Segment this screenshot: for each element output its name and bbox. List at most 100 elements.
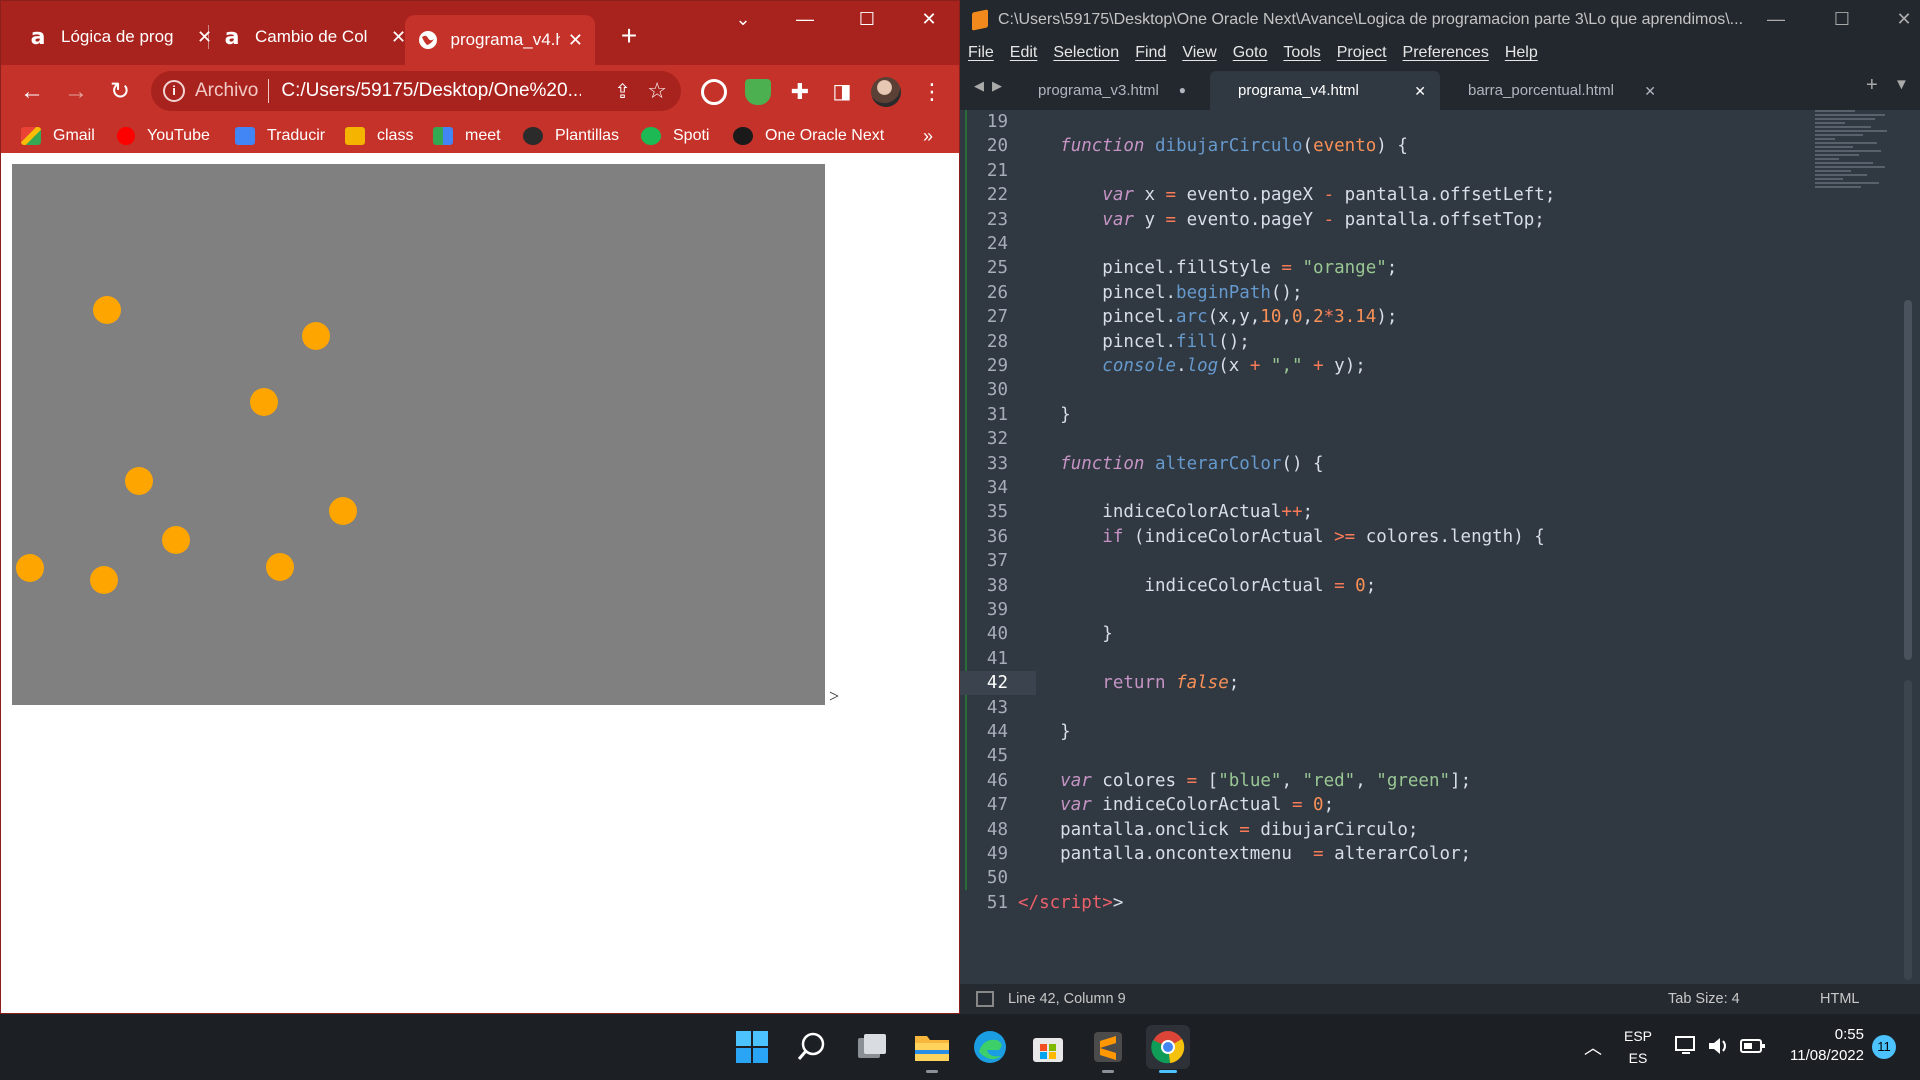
- code-line[interactable]: 46 var colores = ["blue", "red", "green"…: [960, 769, 1900, 793]
- drawing-canvas[interactable]: [12, 164, 825, 705]
- edge-icon[interactable]: [968, 1025, 1012, 1069]
- side-panel-icon[interactable]: ◨: [827, 77, 857, 107]
- volume-icon[interactable]: [1706, 1034, 1732, 1062]
- share-icon[interactable]: ⇪: [614, 79, 631, 104]
- tab-scroll-right-icon[interactable]: ▶: [992, 78, 1002, 94]
- panel-toggle-icon[interactable]: [976, 991, 994, 1007]
- close-window-button[interactable]: ✕: [1884, 9, 1920, 30]
- tab-list-dropdown-icon[interactable]: ▼: [1894, 76, 1909, 93]
- menu-file[interactable]: File: [968, 44, 994, 62]
- editor-tab-barra-porcentual[interactable]: barra_porcentual.html ✕: [1440, 71, 1670, 110]
- close-window-button[interactable]: ✕: [909, 9, 949, 30]
- code-line[interactable]: 31 }: [960, 403, 1900, 427]
- bookmark-one-oracle-next[interactable]: One Oracle Next: [733, 125, 884, 147]
- code-line[interactable]: 42 return false;: [960, 671, 1900, 696]
- chevron-down-icon[interactable]: ⌄: [723, 9, 763, 30]
- bookmark-class[interactable]: class: [345, 125, 413, 147]
- code-line[interactable]: 50: [960, 866, 1900, 890]
- code-line[interactable]: 49 pantalla.oncontextmenu = alterarColor…: [960, 842, 1900, 866]
- code-line[interactable]: 44 }: [960, 720, 1900, 744]
- notification-badge[interactable]: 11: [1872, 1035, 1896, 1059]
- menu-project[interactable]: Project: [1337, 44, 1387, 62]
- minimap[interactable]: [1815, 110, 1905, 250]
- tab-scroll-left-icon[interactable]: ◀: [974, 78, 984, 94]
- editor-tab-programa-v4[interactable]: programa_v4.html ✕: [1210, 71, 1440, 110]
- bookmarks-overflow-button[interactable]: »: [923, 125, 933, 147]
- code-line[interactable]: 48 pantalla.onclick = dibujarCirculo;: [960, 818, 1900, 842]
- tab-size-indicator[interactable]: Tab Size: 4: [1668, 991, 1740, 1007]
- menu-selection[interactable]: Selection: [1053, 44, 1119, 62]
- code-line[interactable]: 29 console.log(x + "," + y);: [960, 354, 1900, 378]
- bookmark-gmail[interactable]: Gmail: [21, 125, 95, 147]
- bookmark-traducir[interactable]: Traducir: [235, 125, 325, 147]
- kebab-menu-icon[interactable]: ⋮: [917, 77, 947, 107]
- clock[interactable]: 0:55 11/08/2022: [1774, 1026, 1864, 1064]
- code-line[interactable]: 26 pincel.beginPath();: [960, 281, 1900, 305]
- browser-tab-2[interactable]: a Cambio de Col ✕: [207, 15, 418, 59]
- menu-view[interactable]: View: [1182, 44, 1216, 62]
- info-icon[interactable]: i: [163, 80, 185, 102]
- network-icon[interactable]: [1674, 1034, 1700, 1062]
- maximize-button[interactable]: ☐: [1822, 9, 1862, 30]
- close-icon[interactable]: ✕: [1644, 83, 1656, 100]
- code-line[interactable]: 37: [960, 549, 1900, 573]
- vertical-scrollbar-track[interactable]: [1904, 680, 1912, 980]
- menu-goto[interactable]: Goto: [1233, 44, 1268, 62]
- menu-find[interactable]: Find: [1135, 44, 1166, 62]
- bookmark-spoti[interactable]: Spoti: [641, 125, 709, 147]
- maximize-button[interactable]: ☐: [847, 9, 887, 30]
- bookmark-meet[interactable]: meet: [433, 125, 501, 147]
- browser-tab-3-active[interactable]: programa_v4.h ✕: [405, 15, 595, 65]
- minimize-button[interactable]: —: [785, 9, 825, 30]
- close-icon[interactable]: ✕: [1414, 83, 1426, 100]
- close-icon[interactable]: ✕: [391, 27, 406, 48]
- forward-arrow-icon[interactable]: →: [61, 77, 91, 107]
- chrome-icon[interactable]: [1146, 1025, 1190, 1073]
- code-line[interactable]: 41: [960, 647, 1900, 671]
- input-language[interactable]: ESP ES: [1622, 1028, 1654, 1066]
- code-editor[interactable]: 19 20 function dibujarCirculo(evento) {21…: [960, 110, 1920, 976]
- back-arrow-icon[interactable]: ←: [17, 77, 47, 107]
- code-line[interactable]: 35 indiceColorActual++;: [960, 500, 1900, 524]
- address-bar[interactable]: i Archivo C:/Users/59175/Desktop/One%20.…: [151, 71, 681, 111]
- code-line[interactable]: 23 var y = evento.pageY - pantalla.offse…: [960, 208, 1900, 232]
- file-explorer-icon[interactable]: [910, 1025, 954, 1073]
- code-line[interactable]: 38 indiceColorActual = 0;: [960, 574, 1900, 598]
- syntax-indicator[interactable]: HTML: [1820, 991, 1859, 1007]
- task-view-icon[interactable]: [850, 1025, 894, 1069]
- puzzle-icon[interactable]: ✚: [785, 77, 815, 107]
- chevron-up-icon[interactable]: ︿: [1584, 1034, 1602, 1060]
- code-line[interactable]: 25 pincel.fillStyle = "orange";: [960, 256, 1900, 280]
- code-line[interactable]: 19: [960, 110, 1900, 134]
- url-text[interactable]: C:/Users/59175/Desktop/One%20...: [281, 80, 581, 102]
- search-icon[interactable]: [790, 1025, 834, 1069]
- menu-preferences[interactable]: Preferences: [1403, 44, 1489, 62]
- start-icon[interactable]: [730, 1025, 774, 1069]
- code-line[interactable]: 24: [960, 232, 1900, 256]
- avatar[interactable]: [871, 77, 901, 107]
- minimize-button[interactable]: —: [1756, 9, 1796, 30]
- new-tab-plus-icon[interactable]: +: [1866, 74, 1878, 97]
- battery-icon[interactable]: [1740, 1036, 1766, 1060]
- code-line[interactable]: 21: [960, 159, 1900, 183]
- code-line[interactable]: 27 pincel.arc(x,y,10,0,2*3.14);: [960, 305, 1900, 329]
- code-line[interactable]: 40 }: [960, 622, 1900, 646]
- vertical-scrollbar[interactable]: [1904, 300, 1912, 660]
- menu-help[interactable]: Help: [1505, 44, 1538, 62]
- reload-icon[interactable]: ↻: [105, 77, 135, 107]
- menu-tools[interactable]: Tools: [1283, 44, 1320, 62]
- code-line[interactable]: 20 function dibujarCirculo(evento) {: [960, 134, 1900, 158]
- sublime-text-icon[interactable]: [1086, 1025, 1130, 1073]
- code-line[interactable]: 22 var x = evento.pageX - pantalla.offse…: [960, 183, 1900, 207]
- editor-tab-programa-v3[interactable]: programa_v3.html ●: [1010, 71, 1200, 110]
- code-line[interactable]: 28 pincel.fill();: [960, 330, 1900, 354]
- code-line[interactable]: 33 function alterarColor() {: [960, 452, 1900, 476]
- bookmark-youtube[interactable]: YouTube: [117, 125, 210, 147]
- code-line[interactable]: 34: [960, 476, 1900, 500]
- browser-tab-1[interactable]: a Lógica de prog ✕: [15, 15, 224, 59]
- star-icon[interactable]: ☆: [647, 78, 667, 104]
- menu-edit[interactable]: Edit: [1010, 44, 1038, 62]
- code-line[interactable]: 39: [960, 598, 1900, 622]
- code-line[interactable]: 43: [960, 696, 1900, 720]
- code-line[interactable]: 36 if (indiceColorActual >= colores.leng…: [960, 525, 1900, 549]
